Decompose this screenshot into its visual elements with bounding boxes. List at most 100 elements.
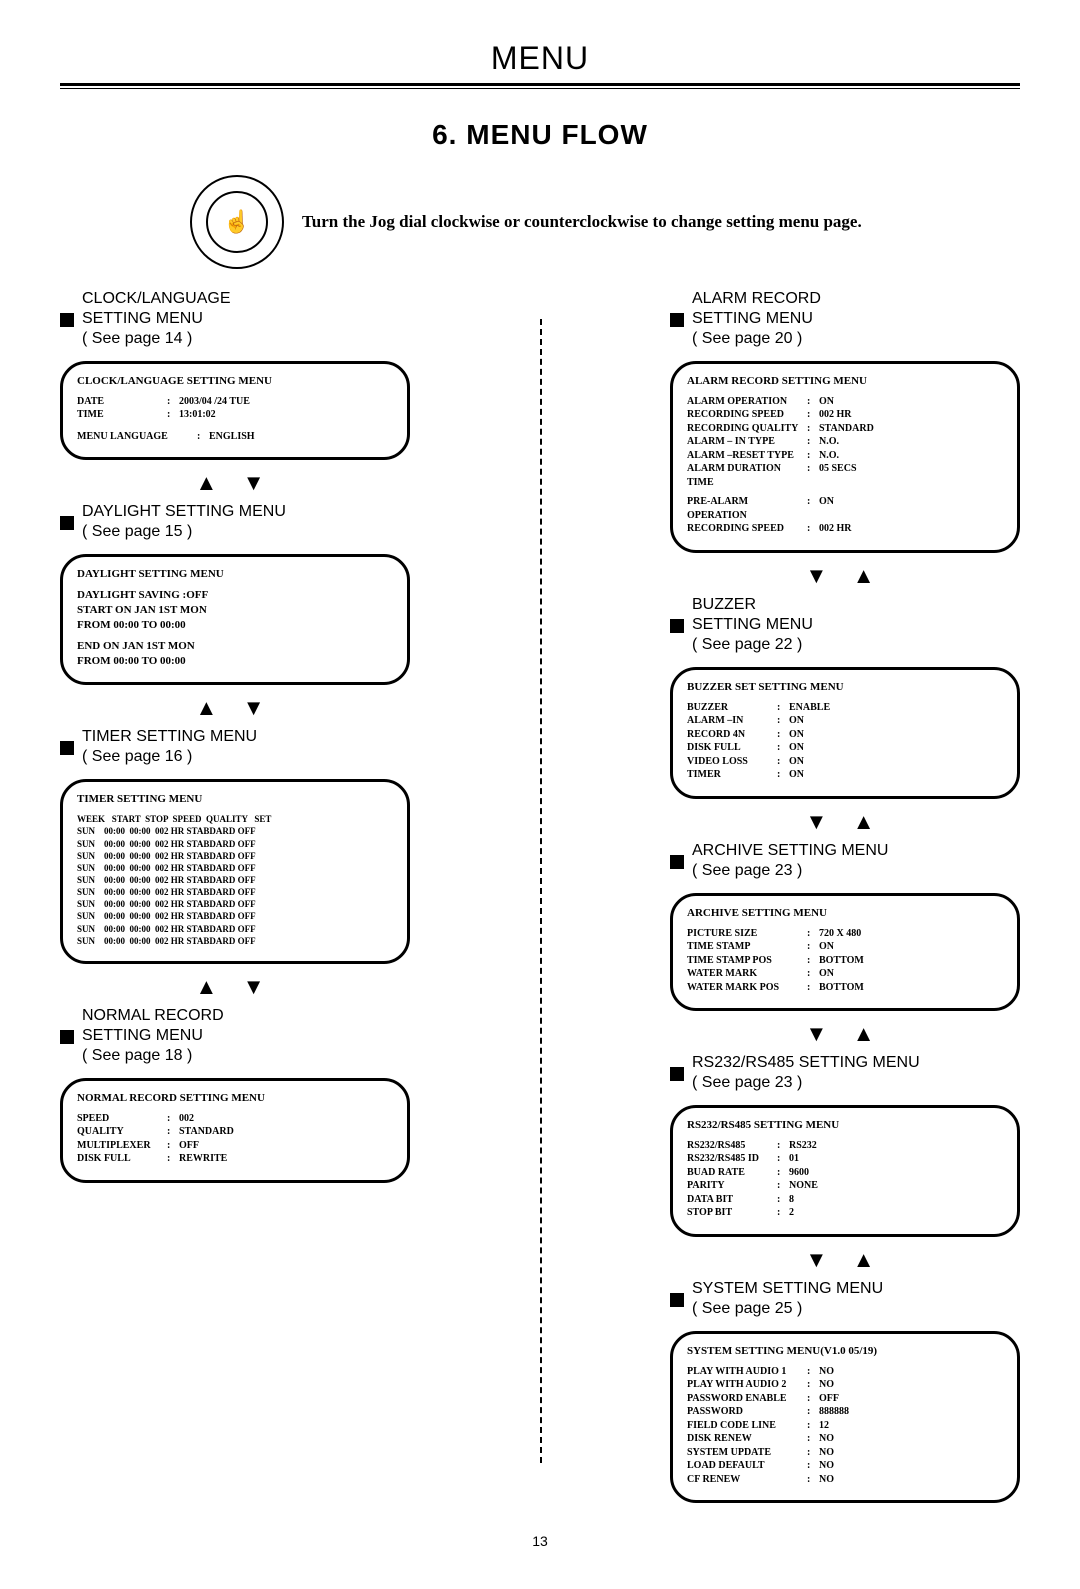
panel-title: TIMER SETTING MENU <box>77 792 393 807</box>
v: 002 <box>179 1112 194 1126</box>
serial-panel: RS232/RS485 SETTING MENU RS232/RS485:RS2… <box>670 1105 1020 1237</box>
v: 05 SECS <box>819 462 857 489</box>
k: RS232/RS485 <box>687 1139 777 1153</box>
v: ON <box>789 768 804 782</box>
k: RECORDING QUALITY <box>687 422 807 436</box>
normal-panel: NORMAL RECORD SETTING MENU SPEED:002 QUA… <box>60 1078 410 1183</box>
arrows-icon: ▲ ▼ <box>60 972 410 998</box>
timer-row: SUN 00:00 00:00 002 HR STABDARD OFF <box>77 862 393 874</box>
k: SPEED <box>77 1112 167 1126</box>
v: 002 HR <box>819 522 852 536</box>
v: 888888 <box>819 1405 849 1419</box>
system-label: SYSTEM SETTING MENU ( See page 25 ) <box>670 1279 1020 1319</box>
v: 13:01:02 <box>179 408 216 422</box>
archive-label: ARCHIVE SETTING MENU ( See page 23 ) <box>670 841 1020 881</box>
timer-row: SUN 00:00 00:00 002 HR STABDARD OFF <box>77 898 393 910</box>
v: 8 <box>789 1193 794 1207</box>
arrows-icon: ▲ ▼ <box>60 693 410 719</box>
v: NONE <box>789 1179 818 1193</box>
v: STANDARD <box>179 1125 234 1139</box>
k: RS232/RS485 ID <box>687 1152 777 1166</box>
k: ALARM – IN TYPE <box>687 435 807 449</box>
line: START ON JAN 1ST MON <box>77 603 393 618</box>
panel-title: DAYLIGHT SETTING MENU <box>77 567 393 582</box>
k: DATE <box>77 395 167 409</box>
timer-row: SUN 00:00 00:00 002 HR STABDARD OFF <box>77 874 393 886</box>
v: RS232 <box>789 1139 817 1153</box>
bullet-icon <box>60 1030 74 1044</box>
arrows-icon: ▼ ▲ <box>670 807 1020 833</box>
page-header: MENU <box>60 40 1020 77</box>
k: ALARM DURATION TIME <box>687 462 807 489</box>
timer-row: SUN 00:00 00:00 002 HR STABDARD OFF <box>77 935 393 947</box>
v: ON <box>789 741 804 755</box>
v: ON <box>819 495 834 522</box>
v: ON <box>789 755 804 769</box>
timer-row: SUN 00:00 00:00 002 HR STABDARD OFF <box>77 850 393 862</box>
k: DATA BIT <box>687 1193 777 1207</box>
panel-title: BUZZER SET SETTING MENU <box>687 680 1003 695</box>
k: WATER MARK POS <box>687 981 807 995</box>
archive-label-text: ARCHIVE SETTING MENU ( See page 23 ) <box>692 841 888 881</box>
normal-label: NORMAL RECORD SETTING MENU ( See page 18… <box>60 1006 410 1066</box>
serial-label-text: RS232/RS485 SETTING MENU ( See page 23 ) <box>692 1053 920 1093</box>
rule-thin <box>60 88 1020 89</box>
v: ENGLISH <box>209 430 255 444</box>
v: BOTTOM <box>819 954 864 968</box>
k: SYSTEM UPDATE <box>687 1446 807 1460</box>
v: NO <box>819 1446 834 1460</box>
line: END ON JAN 1ST MON <box>77 639 393 654</box>
buzzer-label-text: BUZZER SETTING MENU ( See page 22 ) <box>692 595 813 655</box>
clock-label: CLOCK/LANGUAGE SETTING MENU ( See page 1… <box>60 289 410 349</box>
bullet-icon <box>670 1067 684 1081</box>
clock-panel-title: CLOCK/LANGUAGE SETTING MENU <box>77 374 393 389</box>
clock-label-text: CLOCK/LANGUAGE SETTING MENU ( See page 1… <box>82 289 230 349</box>
k: PICTURE SIZE <box>687 927 807 941</box>
timer-row: SUN 00:00 00:00 002 HR STABDARD OFF <box>77 886 393 898</box>
timer-row: SUN 00:00 00:00 002 HR STABDARD OFF <box>77 838 393 850</box>
v: N.O. <box>819 449 839 463</box>
bullet-icon <box>60 516 74 530</box>
k: DISK FULL <box>77 1152 167 1166</box>
flow-diagram: CLOCK/LANGUAGE SETTING MENU ( See page 1… <box>60 289 1020 1503</box>
panel-title: SYSTEM SETTING MENU(V1.0 05/19) <box>687 1344 1003 1359</box>
v: NO <box>819 1365 834 1379</box>
v: N.O. <box>819 435 839 449</box>
k: LOAD DEFAULT <box>687 1459 807 1473</box>
timer-label: TIMER SETTING MENU ( See page 16 ) <box>60 727 410 767</box>
jog-dial-icon: ☝ <box>190 175 284 269</box>
alarm-label-text: ALARM RECORD SETTING MENU ( See page 20 … <box>692 289 821 349</box>
v: STANDARD <box>819 422 874 436</box>
line: FROM 00:00 TO 00:00 <box>77 654 393 669</box>
v: ON <box>819 967 834 981</box>
k: DISK RENEW <box>687 1432 807 1446</box>
buzzer-label: BUZZER SETTING MENU ( See page 22 ) <box>670 595 1020 655</box>
normal-label-text: NORMAL RECORD SETTING MENU ( See page 18… <box>82 1006 224 1066</box>
bullet-icon <box>670 619 684 633</box>
v: NO <box>819 1473 834 1487</box>
page-number: 13 <box>60 1533 1020 1549</box>
k: QUALITY <box>77 1125 167 1139</box>
v: 2 <box>789 1206 794 1220</box>
v: 002 HR <box>819 408 852 422</box>
k: ALARM OPERATION <box>687 395 807 409</box>
k: MULTIPLEXER <box>77 1139 167 1153</box>
panel-title: RS232/RS485 SETTING MENU <box>687 1118 1003 1133</box>
v: OFF <box>179 1139 199 1153</box>
system-label-text: SYSTEM SETTING MENU ( See page 25 ) <box>692 1279 883 1319</box>
k: PASSWORD <box>687 1405 807 1419</box>
k: PLAY WITH AUDIO 1 <box>687 1365 807 1379</box>
timer-row: SUN 00:00 00:00 002 HR STABDARD OFF <box>77 825 393 837</box>
k: DISK FULL <box>687 741 777 755</box>
bullet-icon <box>670 1293 684 1307</box>
k: TIME STAMP POS <box>687 954 807 968</box>
k: MENU LANGUAGE <box>77 430 197 444</box>
archive-panel: ARCHIVE SETTING MENU PICTURE SIZE:720 X … <box>670 893 1020 1011</box>
clock-panel: CLOCK/LANGUAGE SETTING MENU DATE:2003/04… <box>60 361 410 460</box>
k: RECORDING SPEED <box>687 408 807 422</box>
v: ON <box>789 714 804 728</box>
line: DAYLIGHT SAVING :OFF <box>77 588 393 603</box>
timer-row: SUN 00:00 00:00 002 HR STABDARD OFF <box>77 910 393 922</box>
k: ALARM –IN <box>687 714 777 728</box>
k: TIME <box>77 408 167 422</box>
